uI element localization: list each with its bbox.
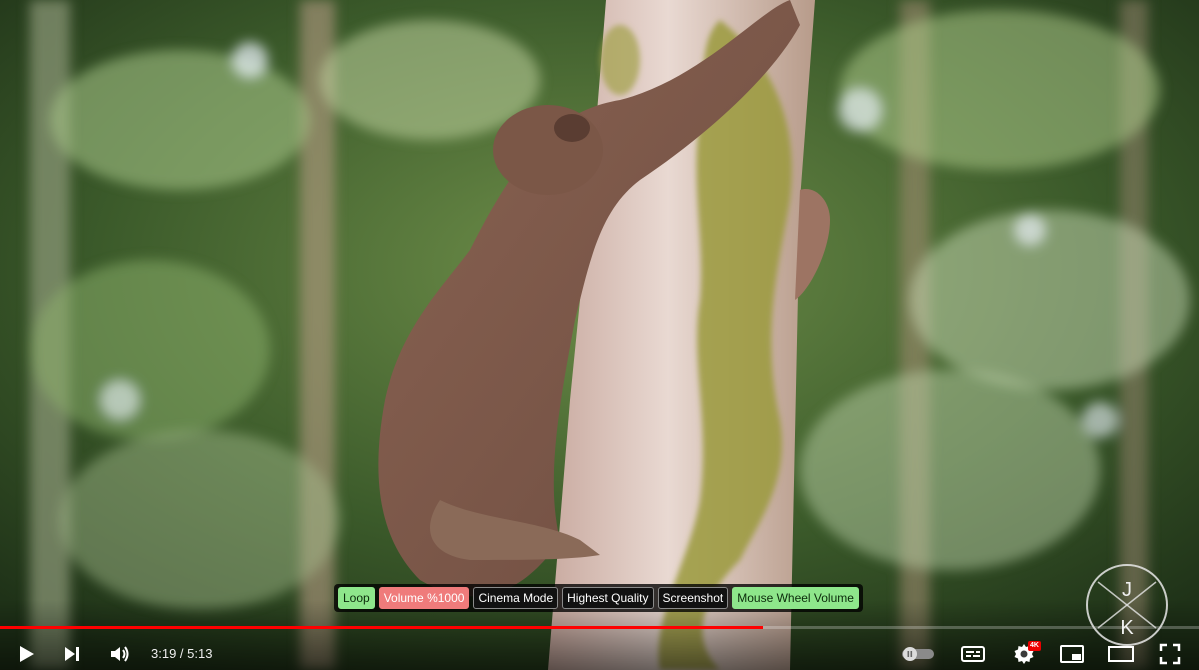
duration: 5:13 xyxy=(187,646,213,661)
play-icon[interactable] xyxy=(10,638,42,670)
watermark-letter-top: J xyxy=(1122,579,1132,601)
video-frame xyxy=(0,0,1199,670)
loop-button[interactable]: Loop xyxy=(338,587,375,609)
screenshot-button[interactable]: Screenshot xyxy=(657,587,729,609)
theater-mode-icon[interactable] xyxy=(1105,638,1137,670)
volume-icon[interactable] xyxy=(104,638,136,670)
current-time: 3:19 xyxy=(151,646,177,661)
next-icon[interactable] xyxy=(56,638,88,670)
volume-boost-button[interactable]: Volume %1000 xyxy=(378,587,470,609)
time-separator: / xyxy=(176,646,188,661)
mouse-wheel-volume-button[interactable]: Mouse Wheel Volume xyxy=(732,587,859,609)
fullscreen-icon[interactable] xyxy=(1154,638,1186,670)
progress-played xyxy=(0,626,763,629)
channel-watermark-icon[interactable]: J K xyxy=(1084,562,1170,648)
cinema-mode-button[interactable]: Cinema Mode xyxy=(473,587,559,609)
subtitles-icon[interactable] xyxy=(957,638,989,670)
autoplay-toggle-icon[interactable] xyxy=(900,638,936,670)
progress-bar[interactable] xyxy=(0,626,1199,629)
time-display: 3:19 / 5:13 xyxy=(151,646,212,661)
player-controls: 3:19 / 5:13 xyxy=(0,638,1199,670)
watermark-letter-bottom: K xyxy=(1120,617,1134,639)
miniplayer-icon[interactable] xyxy=(1056,638,1088,670)
video-player[interactable]: Loop Volume %1000 Cinema Mode Highest Qu… xyxy=(0,0,1199,670)
quality-badge: 4K xyxy=(1028,641,1041,651)
extension-toolbar: Loop Volume %1000 Cinema Mode Highest Qu… xyxy=(334,584,863,612)
highest-quality-button[interactable]: Highest Quality xyxy=(562,587,654,609)
